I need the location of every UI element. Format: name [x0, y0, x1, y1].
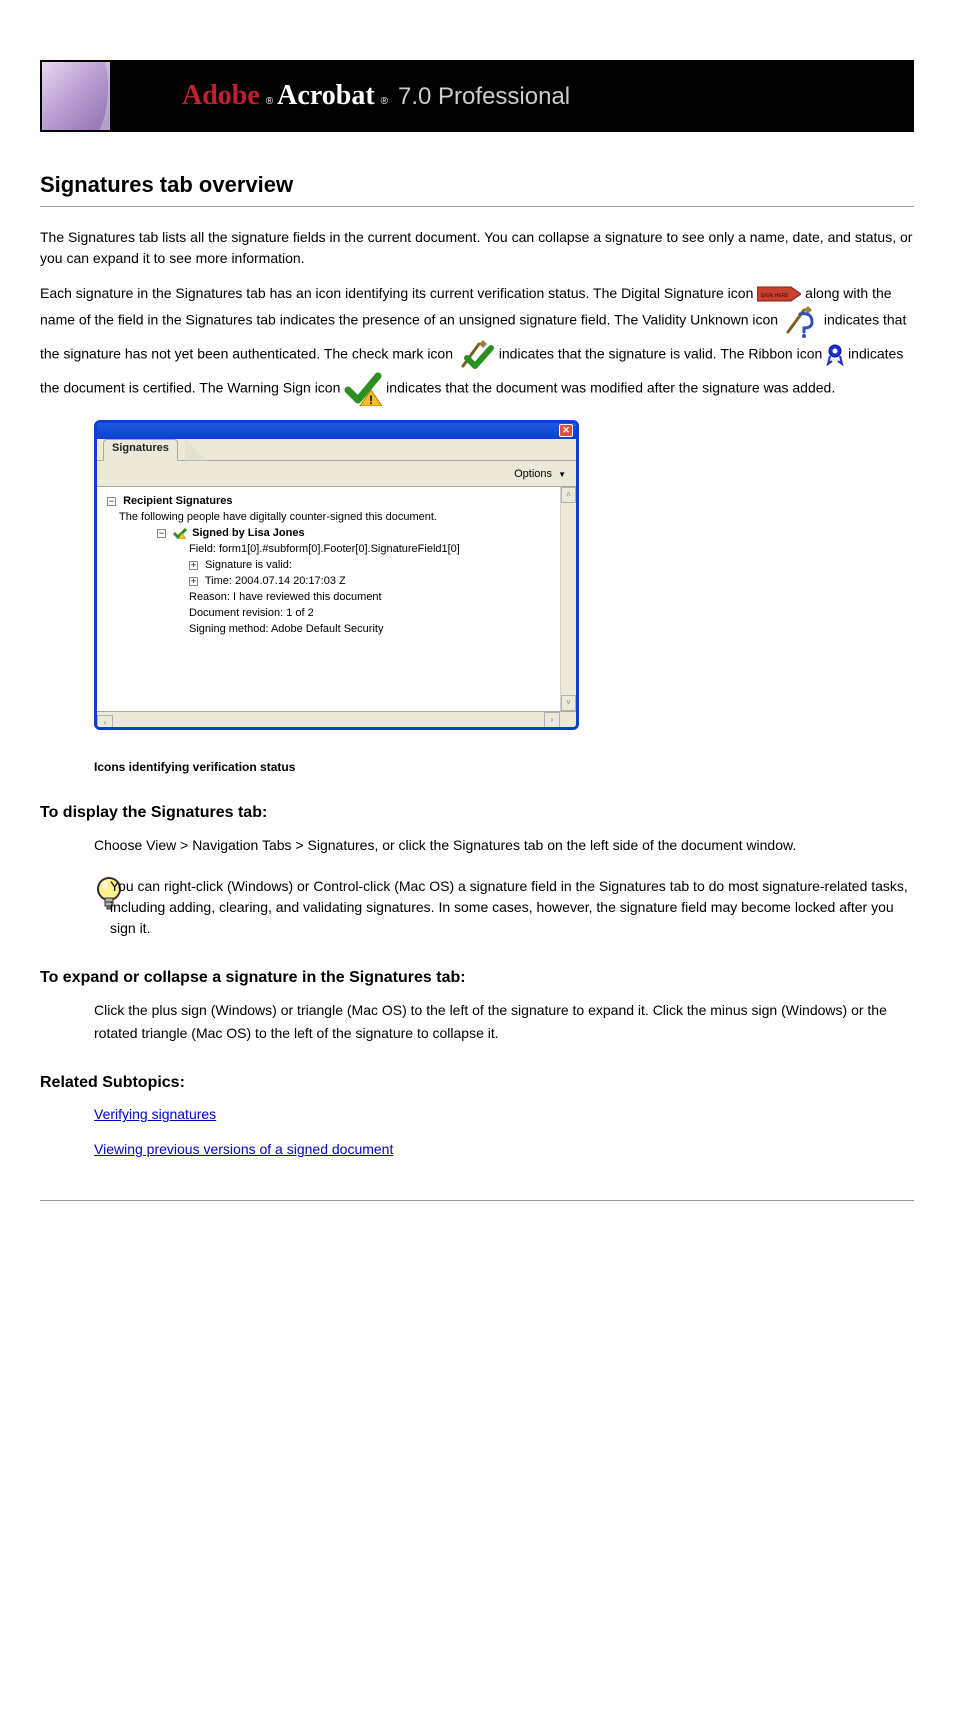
options-label: Options: [514, 468, 552, 480]
panel-tree-body: − Recipient Signatures The following peo…: [97, 487, 576, 711]
panel-tab-row: Signatures: [97, 439, 576, 461]
horizontal-scrollbar[interactable]: ‹ ›: [97, 711, 576, 727]
signatures-panel: ✕ Signatures Options ▼ − Recipient Signa…: [94, 420, 579, 730]
expand-collapse-heading: To expand or collapse a signature in the…: [40, 969, 914, 987]
product-name: Acrobat: [277, 80, 374, 112]
tip-icon-column: [40, 876, 94, 915]
scroll-right-arrow-icon[interactable]: ›: [544, 712, 560, 728]
collapse-icon[interactable]: −: [157, 529, 166, 538]
display-step-block: Choose View > Navigation Tabs > Signatur…: [40, 834, 914, 856]
svg-text:!: !: [369, 393, 373, 406]
adobe-product-logo: [42, 62, 110, 130]
time-line[interactable]: + Time: 2004.07.14 20:17:03 Z: [97, 573, 576, 589]
validity-line[interactable]: + Signature is valid:: [97, 557, 576, 573]
panel-titlebar: ✕: [97, 423, 576, 439]
divider-top: [40, 206, 914, 207]
display-step-1: Choose View > Navigation Tabs > Signatur…: [94, 834, 914, 856]
time-text: Time: 2004.07.14 20:17:03 Z: [205, 575, 346, 587]
verify-signatures-link[interactable]: Verifying signatures: [94, 1106, 216, 1122]
expand-step-1: Click the plus sign (Windows) or triangl…: [94, 999, 914, 1044]
warning-sign-icon: !: [344, 372, 382, 406]
status-icons-paragraph: Each signature in the Signatures tab has…: [40, 283, 914, 406]
signatures-panel-figure: ✕ Signatures Options ▼ − Recipient Signa…: [94, 420, 914, 730]
brand-name: Adobe: [182, 80, 260, 112]
collapse-icon[interactable]: −: [107, 497, 116, 506]
related-subtopics-heading: Related Subtopics:: [40, 1074, 914, 1092]
validity-unknown-icon: [782, 304, 820, 338]
expand-step-block: Click the plus sign (Windows) or triangl…: [40, 999, 914, 1044]
tree-root-row[interactable]: − Recipient Signatures: [97, 493, 576, 509]
product-header-banner: Adobe ® Acrobat ® 7.0 Professional: [40, 60, 914, 132]
registered-mark: ®: [264, 96, 273, 107]
vertical-scrollbar[interactable]: ˄ ˅: [560, 487, 576, 711]
scroll-up-arrow-icon[interactable]: ˄: [561, 487, 576, 503]
svg-text:SIGN HERE: SIGN HERE: [761, 293, 789, 299]
close-icon[interactable]: ✕: [559, 424, 573, 437]
signatures-tab[interactable]: Signatures: [103, 439, 178, 461]
expand-icon[interactable]: +: [189, 561, 198, 570]
digital-signature-stamp-icon: SIGN HERE: [757, 285, 801, 303]
tip-row: You can right-click (Windows) or Control…: [40, 876, 914, 939]
scroll-down-arrow-icon[interactable]: ˅: [561, 695, 576, 711]
revision-line: Document revision: 1 of 2: [97, 605, 576, 621]
display-signatures-heading: To display the Signatures tab:: [40, 804, 914, 822]
registered-mark-2: ®: [379, 96, 388, 107]
validity-text: Signature is valid:: [205, 559, 292, 571]
options-menu[interactable]: Options ▼: [514, 468, 566, 480]
signed-by-label: Signed by Lisa Jones: [192, 527, 304, 539]
panel-toolbar: Options ▼: [97, 461, 576, 487]
resize-grip: [560, 712, 576, 728]
certified-ribbon-icon: [826, 344, 844, 366]
previous-versions-link[interactable]: Viewing previous versions of a signed do…: [94, 1141, 393, 1157]
valid-signature-badge-icon: [173, 527, 187, 539]
product-version: 7.0 Professional: [398, 83, 570, 111]
counter-signed-text: The following people have digitally coun…: [97, 509, 576, 525]
product-title: Adobe ® Acrobat ® 7.0 Professional: [182, 80, 570, 112]
recipient-signatures-label: Recipient Signatures: [123, 495, 232, 507]
chevron-down-icon: ▼: [558, 470, 566, 479]
valid-signature-checkmark-icon: [457, 338, 495, 372]
para2-part6: indicates that the document was modified…: [386, 380, 835, 396]
intro-paragraph: The Signatures tab lists all the signatu…: [40, 227, 914, 269]
field-line: Field: form1[0].#subform[0].Footer[0].Si…: [97, 541, 576, 557]
related-link-2-line: Viewing previous versions of a signed do…: [40, 1139, 914, 1160]
divider-bottom: [40, 1200, 914, 1201]
related-link-1-line: Verifying signatures: [40, 1104, 914, 1125]
reason-line: Reason: I have reviewed this document: [97, 589, 576, 605]
expand-icon[interactable]: +: [189, 577, 198, 586]
signer-row[interactable]: − Signed by Lisa Jones: [97, 525, 576, 541]
para2-part1: Each signature in the Signatures tab has…: [40, 285, 753, 301]
para2-part4: indicates that the signature is valid. T…: [499, 346, 823, 362]
tip-text: You can right-click (Windows) or Control…: [110, 876, 914, 939]
topic-title: Signatures tab overview: [40, 172, 914, 198]
method-line: Signing method: Adobe Default Security: [97, 621, 576, 637]
tab-slope-decoration: [185, 439, 207, 461]
scroll-left-arrow-icon[interactable]: ‹: [97, 715, 113, 730]
figure-caption: Icons identifying verification status: [94, 760, 914, 774]
